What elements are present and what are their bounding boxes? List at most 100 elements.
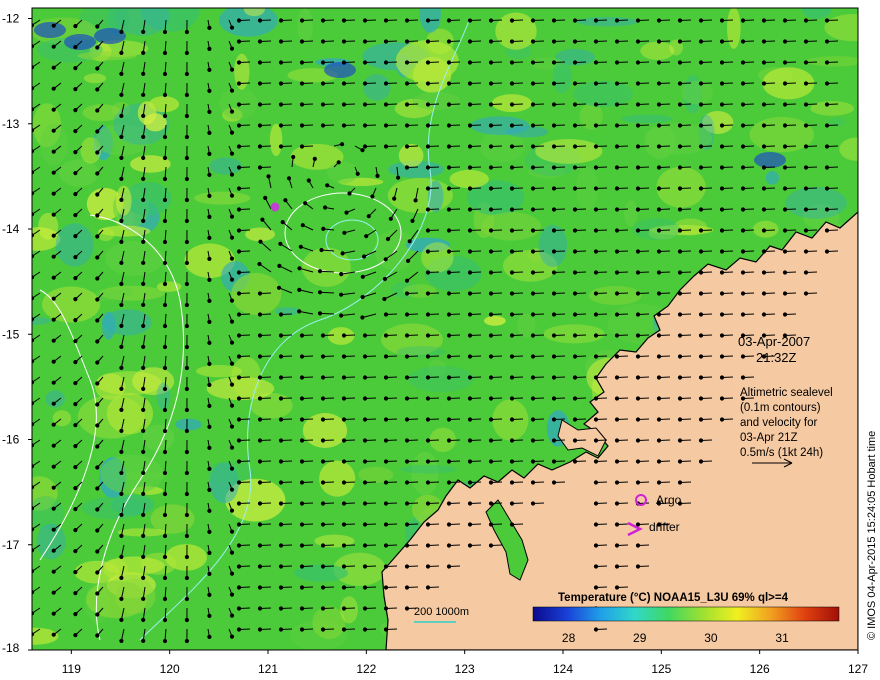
velocity-arrowhead xyxy=(488,18,494,23)
velocity-arrowhead xyxy=(362,585,368,590)
sst-patch xyxy=(269,123,283,157)
velocity-arrowhead xyxy=(593,186,599,191)
velocity-arrowhead xyxy=(162,533,168,539)
velocity-arrowhead xyxy=(299,501,305,506)
velocity-arrowhead xyxy=(278,564,284,569)
velocity-arrowhead xyxy=(719,228,725,233)
velocity-arrowhead xyxy=(257,501,263,506)
velocity-arrowhead xyxy=(656,270,662,275)
velocity-arrowhead xyxy=(698,270,704,275)
velocity-arrowhead xyxy=(488,249,494,254)
longitude-axis: 119 120 121 122 123 124 125 126 127 xyxy=(62,650,868,676)
velocity-arrowhead xyxy=(593,144,599,149)
velocity-arrowhead xyxy=(383,585,389,590)
velocity-arrowhead xyxy=(162,638,168,644)
velocity-arrowhead xyxy=(51,527,56,532)
velocity-arrowhead xyxy=(635,123,641,128)
velocity-arrowhead xyxy=(236,459,242,464)
velocity-arrowhead xyxy=(383,606,389,611)
velocity-arrowhead xyxy=(299,354,305,359)
velocity-arrowhead xyxy=(677,354,683,359)
velocity-arrowhead xyxy=(299,627,305,632)
velocity-arrowhead xyxy=(509,480,515,485)
velocity-arrowhead xyxy=(360,274,365,279)
velocity-arrowhead xyxy=(229,361,235,366)
velocity-arrowhead xyxy=(229,298,235,303)
velocity-arrowhead xyxy=(656,333,662,338)
velocity-arrowhead xyxy=(509,438,515,443)
velocity-arrowhead xyxy=(184,155,189,161)
velocity-arrowhead xyxy=(509,18,515,23)
velocity-arrowhead xyxy=(425,249,431,254)
velocity-arrowhead xyxy=(719,207,725,212)
velocity-arrowhead xyxy=(95,402,100,407)
velocity-arrowhead xyxy=(635,438,641,443)
velocity-arrowhead xyxy=(278,417,284,422)
velocity-arrowhead xyxy=(782,228,788,233)
velocity-arrowhead xyxy=(162,365,168,371)
lat-tick-label: -12 xyxy=(2,12,20,26)
velocity-arrowhead xyxy=(162,92,168,98)
sst-patch xyxy=(801,8,832,19)
colorbar-tick-label: 31 xyxy=(775,631,789,645)
velocity-arrowhead xyxy=(299,564,305,569)
velocity-arrowhead xyxy=(383,627,389,632)
velocity-arrowhead xyxy=(413,198,418,203)
velocity-arrowhead xyxy=(488,438,494,443)
velocity-arrowhead xyxy=(467,102,473,107)
velocity-arrowhead xyxy=(509,270,515,275)
velocity-arrowhead xyxy=(162,554,168,560)
velocity-arrowhead xyxy=(698,396,704,401)
velocity-arrowhead xyxy=(425,123,431,128)
velocity-arrowhead xyxy=(740,102,746,107)
velocity-arrowhead xyxy=(446,60,452,65)
velocity-arrowhead xyxy=(446,291,452,296)
velocity-arrowhead xyxy=(257,165,263,170)
velocity-arrowhead xyxy=(677,417,683,422)
velocity-arrowhead xyxy=(572,39,578,44)
velocity-arrowhead xyxy=(73,24,78,29)
velocity-arrowhead xyxy=(572,123,578,128)
velocity-arrowhead xyxy=(278,18,284,23)
velocity-arrowhead xyxy=(635,207,641,212)
velocity-arrowhead xyxy=(824,81,830,86)
velocity-arrowhead xyxy=(95,486,100,491)
velocity-arrowhead xyxy=(303,201,308,206)
velocity-arrowhead xyxy=(719,102,725,107)
velocity-arrowhead xyxy=(761,249,767,254)
velocity-arrowhead xyxy=(141,113,146,119)
velocity-arrowhead xyxy=(404,278,410,283)
velocity-arrowhead xyxy=(635,18,641,23)
velocity-arrowhead xyxy=(446,123,452,128)
lon-tick-label: 122 xyxy=(356,662,376,676)
velocity-arrowhead xyxy=(347,191,352,196)
velocity-arrowhead xyxy=(119,512,124,518)
velocity-arrowhead xyxy=(551,480,557,485)
velocity-arrowhead xyxy=(320,543,326,548)
velocity-arrowhead xyxy=(162,386,168,392)
velocity-arrowhead xyxy=(184,365,189,371)
velocity-arrowhead xyxy=(51,590,56,595)
velocity-arrowhead xyxy=(257,480,263,485)
velocity-arrowhead xyxy=(530,18,536,23)
velocity-arrowhead xyxy=(344,210,349,215)
velocity-arrowhead xyxy=(740,249,746,254)
velocity-arrowhead xyxy=(362,480,368,485)
velocity-arrowhead xyxy=(635,228,641,233)
velocity-arrowhead xyxy=(184,302,189,308)
velocity-arrowhead xyxy=(698,459,704,464)
velocity-arrowhead xyxy=(404,165,410,170)
velocity-arrowhead xyxy=(184,239,189,245)
velocity-arrowhead xyxy=(257,585,263,590)
velocity-arrowhead xyxy=(297,309,302,314)
velocity-arrowhead xyxy=(73,402,78,407)
velocity-arrowhead xyxy=(162,176,168,182)
sst-patch xyxy=(839,137,858,161)
velocity-arrowhead xyxy=(719,396,725,401)
velocity-arrowhead xyxy=(73,318,78,323)
velocity-arrowhead xyxy=(614,333,620,338)
velocity-arrowhead xyxy=(257,564,263,569)
velocity-arrowhead xyxy=(236,228,242,233)
sst-patch xyxy=(327,327,355,345)
velocity-arrowhead xyxy=(803,39,809,44)
